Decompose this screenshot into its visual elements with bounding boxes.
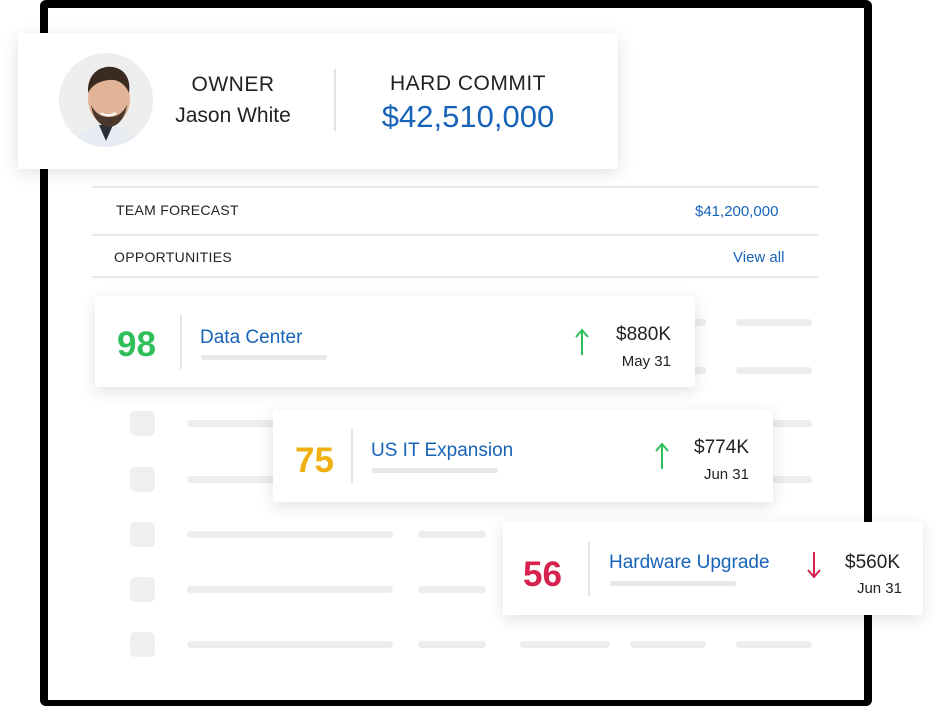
- placeholder-line: [418, 586, 486, 593]
- placeholder-bar: [372, 468, 498, 473]
- placeholder-line: [187, 476, 277, 483]
- placeholder-checkbox: [130, 467, 155, 492]
- owner-divider: [334, 69, 336, 131]
- divider-opportunities: [92, 276, 818, 278]
- opportunity-date: Jun 31: [856, 580, 902, 597]
- placeholder-line: [418, 531, 486, 538]
- placeholder-bar: [610, 581, 736, 586]
- opportunity-score: 98: [117, 325, 156, 364]
- placeholder-line: [736, 641, 812, 648]
- opportunity-card-us-it-expansion[interactable]: 75 US IT Expansion $774K Jun 31: [273, 410, 773, 502]
- placeholder-line: [772, 476, 812, 483]
- opportunity-score: 75: [295, 441, 334, 480]
- divider-top: [92, 186, 818, 188]
- owner-label: OWNER: [191, 73, 275, 96]
- placeholder-checkbox: [130, 632, 155, 657]
- card-divider: [588, 542, 590, 596]
- placeholder-line: [736, 367, 812, 374]
- card-divider: [351, 429, 353, 483]
- placeholder-line: [187, 641, 393, 648]
- opportunity-date: May 31: [621, 353, 671, 370]
- opportunities-label: OPPORTUNITIES: [114, 249, 232, 265]
- team-forecast-label: TEAM FORECAST: [116, 202, 239, 218]
- placeholder-line: [520, 641, 610, 648]
- divider-forecast: [92, 234, 818, 236]
- opportunity-amount: $774K: [694, 437, 749, 458]
- card-divider: [180, 315, 182, 369]
- placeholder-checkbox: [130, 577, 155, 602]
- opportunity-name[interactable]: Hardware Upgrade: [609, 552, 770, 574]
- placeholder-line: [418, 641, 486, 648]
- opportunity-card-hardware-upgrade[interactable]: 56 Hardware Upgrade $560K Jun 31: [503, 522, 923, 615]
- hard-commit-label: HARD COMMIT: [390, 72, 546, 95]
- user-avatar: [59, 53, 153, 147]
- placeholder-line: [187, 420, 277, 427]
- opportunity-name[interactable]: US IT Expansion: [371, 440, 513, 462]
- placeholder-bar: [201, 355, 327, 360]
- opportunity-date: Jun 31: [703, 466, 749, 483]
- placeholder-line: [187, 586, 393, 593]
- opportunity-card-data-center[interactable]: 98 Data Center $880K May 31: [95, 296, 695, 387]
- placeholder-checkbox: [130, 522, 155, 547]
- view-all-link[interactable]: View all: [733, 249, 784, 266]
- opportunity-amount: $560K: [845, 552, 900, 573]
- opportunity-score: 56: [523, 555, 562, 594]
- team-forecast-value: $41,200,000: [695, 203, 779, 220]
- placeholder-line: [187, 531, 393, 538]
- placeholder-line: [736, 319, 812, 326]
- placeholder-line: [772, 420, 812, 427]
- owner-card: OWNER Jason White HARD COMMIT $42,510,00…: [18, 33, 618, 169]
- opportunity-name[interactable]: Data Center: [200, 327, 302, 349]
- hard-commit-value: $42,510,000: [381, 99, 555, 134]
- owner-name: Jason White: [175, 104, 291, 127]
- placeholder-checkbox: [130, 411, 155, 436]
- opportunity-amount: $880K: [616, 324, 671, 345]
- placeholder-line: [630, 641, 706, 648]
